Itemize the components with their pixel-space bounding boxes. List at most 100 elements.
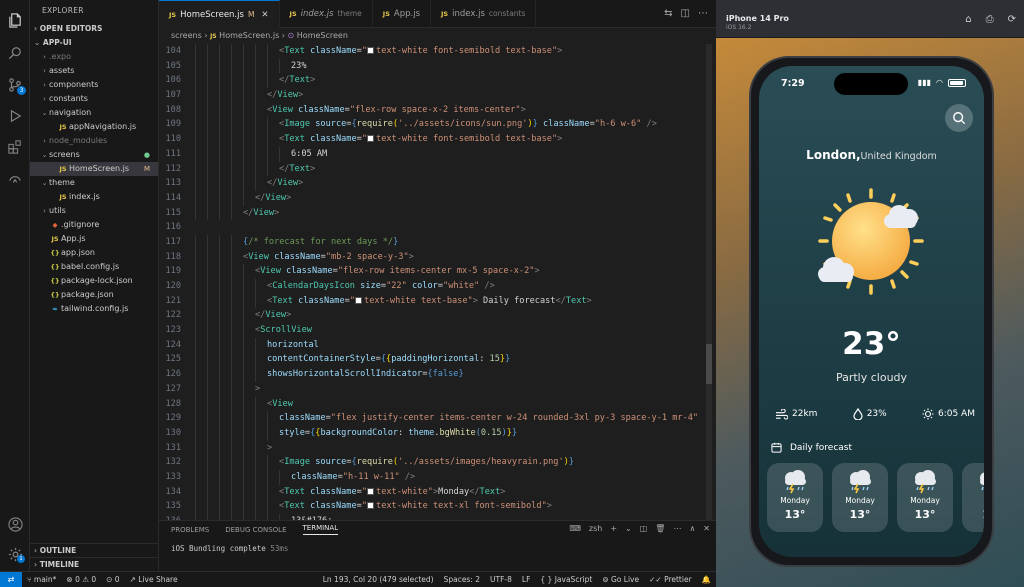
indentation[interactable]: Spaces: 2 [439, 575, 485, 584]
maximize-panel-icon[interactable]: ∧ [689, 524, 695, 533]
editor-tab[interactable]: JS index.js constants [431, 0, 537, 28]
open-editors-section[interactable]: › OPEN EDITORS [30, 22, 158, 36]
code-text: 23% [291, 60, 307, 71]
outline-section[interactable]: › OUTLINE [30, 543, 158, 557]
panel-tab[interactable]: PROBLEMS [171, 526, 209, 534]
tree-item[interactable]: › utils [30, 204, 158, 218]
line-number: 124 [165, 339, 181, 350]
editor-tab[interactable]: JS index.js theme [280, 0, 373, 28]
line-number: 125 [165, 354, 181, 365]
editor-scrollbar[interactable] [706, 44, 712, 520]
terminal-shell-name[interactable]: zsh [589, 524, 602, 533]
tree-item[interactable]: JS appNavigation.js [30, 120, 158, 134]
more-actions-icon[interactable]: ⋯ [698, 8, 708, 19]
code-line: 113 </View> [159, 176, 716, 191]
forecast-card[interactable]: Monday 13° [897, 463, 953, 532]
tree-item[interactable]: {}babel.config.js [30, 260, 158, 274]
code-line: 124 horizontal [159, 337, 716, 353]
tree-item[interactable]: JS App.js [30, 232, 158, 246]
tree-item[interactable]: › node_modules [30, 134, 158, 148]
tree-item[interactable]: ◆ .gitignore [30, 218, 158, 232]
iphone-frame: 7:29 ▮▮▮ ◠ London,United Kingdom 23° Par… [749, 56, 994, 567]
home-icon[interactable]: ⌂ [965, 14, 971, 25]
tab-label: index.js [452, 9, 485, 19]
forecast-card[interactable]: Mo13 [962, 463, 984, 532]
remote-indicator-icon[interactable]: ⇄ [0, 571, 22, 587]
forecast-card[interactable]: Monday 13° [767, 463, 823, 532]
timeline-section[interactable]: › TIMELINE [30, 557, 158, 571]
encoding[interactable]: UTF-8 [485, 575, 517, 584]
prettier-status[interactable]: ✓✓ Prettier [644, 575, 697, 584]
extensions-icon[interactable] [7, 139, 23, 155]
js-file-icon: JS [441, 10, 449, 18]
tree-item[interactable]: {}package.json [30, 288, 158, 302]
explorer-icon[interactable] [7, 12, 23, 28]
source-control-icon[interactable]: 3 [7, 77, 26, 95]
code-line: 126 showsHorizontalScrollIndicator={false… [159, 367, 716, 382]
search-button[interactable] [945, 104, 973, 132]
ports-indicator[interactable]: ⊙ 0 [101, 575, 124, 584]
chevron-down-icon[interactable]: ⌄ [625, 524, 632, 533]
settings-gear-icon[interactable]: 1 [7, 546, 25, 563]
heavy-rain-icon [915, 470, 936, 494]
tree-item[interactable]: ⌄ screens ● [30, 148, 158, 162]
code-line: 104 <Text className=" text-white font-semi… [159, 44, 716, 59]
run-debug-icon[interactable] [7, 108, 23, 124]
tree-item[interactable]: {}app.json [30, 246, 158, 260]
screenshot-icon[interactable]: ⎙ [986, 14, 994, 25]
code-text: </View> [267, 90, 304, 101]
breadcrumb-folder[interactable]: screens [171, 31, 202, 40]
split-terminal-icon[interactable]: ◫ [640, 524, 648, 533]
more-actions-icon[interactable]: ⋯ [673, 524, 681, 533]
language-mode[interactable]: { } JavaScript [535, 575, 597, 584]
remote-explorer-icon[interactable] [7, 170, 23, 186]
tree-item-label: navigation [49, 108, 92, 117]
code-text: style={{backgroundColor: theme.bgWhite(0… [279, 427, 518, 438]
git-branch[interactable]: ⑂ main* [22, 575, 61, 584]
weather-stats: 22km 23% 6:05 AM [775, 408, 975, 420]
tree-item[interactable]: › .expo [30, 50, 158, 64]
tree-item[interactable]: ⌄ navigation [30, 106, 158, 120]
terminal-output[interactable]: iOS Bundling complete 53ms [159, 538, 716, 553]
cursor-position[interactable]: Ln 193, Col 20 (479 selected) [318, 575, 439, 584]
trash-icon[interactable]: 🗑 [655, 524, 665, 533]
code-editor[interactable]: 104 <Text className=" text-white font-semi… [159, 44, 716, 520]
forecast-day: Monday [910, 496, 940, 505]
forecast-scroll[interactable]: Monday 13° Monday 13° Monday 13° Mo13 [767, 463, 984, 532]
add-terminal-icon[interactable]: + [610, 524, 617, 533]
editor-tab[interactable]: JS App.js [373, 0, 432, 28]
tree-item[interactable]: › constants [30, 92, 158, 106]
panel-tab[interactable]: DEBUG CONSOLE [225, 526, 286, 534]
tree-item[interactable]: ≈ tailwind.config.js [30, 302, 158, 316]
tree-item[interactable]: › assets [30, 64, 158, 78]
breadcrumb-symbol[interactable]: HomeScreen [297, 31, 348, 40]
editor-tab[interactable]: JS HomeScreen.js M ✕ [159, 0, 280, 28]
breadcrumb-file[interactable]: HomeScreen.js [219, 31, 279, 40]
tree-item[interactable]: ⌄ theme [30, 176, 158, 190]
forecast-temp: 13 [982, 508, 984, 521]
split-editor-icon[interactable]: ◫ [681, 8, 690, 19]
compare-changes-icon[interactable]: ⇆ [664, 8, 672, 19]
droplet-icon [853, 408, 863, 420]
problems-indicator[interactable]: ⊗ 0 ⚠ 0 [61, 575, 101, 584]
rotate-icon[interactable]: ⟳ [1008, 14, 1016, 25]
account-icon[interactable] [7, 516, 23, 532]
notifications-icon[interactable]: 🔔 [697, 575, 716, 584]
tree-item[interactable]: › components [30, 78, 158, 92]
project-root-section[interactable]: ⌄ APP-UI [30, 36, 158, 50]
line-number: 108 [165, 104, 181, 115]
tree-item[interactable]: JS index.js [30, 190, 158, 204]
code-text: horizontal [267, 339, 319, 350]
phone-screen[interactable]: 7:29 ▮▮▮ ◠ London,United Kingdom 23° Par… [759, 66, 984, 557]
search-icon[interactable] [7, 45, 23, 61]
close-icon[interactable]: ✕ [261, 1, 268, 29]
code-text: </Text> [279, 75, 316, 86]
forecast-card[interactable]: Monday 13° [832, 463, 888, 532]
line-ending[interactable]: LF [517, 575, 536, 584]
panel-tab[interactable]: TERMINAL [302, 524, 339, 535]
live-share-button[interactable]: ↗ Live Share [125, 575, 183, 584]
go-live-button[interactable]: ⊚ Go Live [597, 575, 644, 584]
tree-item[interactable]: JS HomeScreen.js M [30, 162, 158, 176]
close-panel-icon[interactable]: ✕ [703, 524, 710, 533]
tree-item[interactable]: {}package-lock.json [30, 274, 158, 288]
